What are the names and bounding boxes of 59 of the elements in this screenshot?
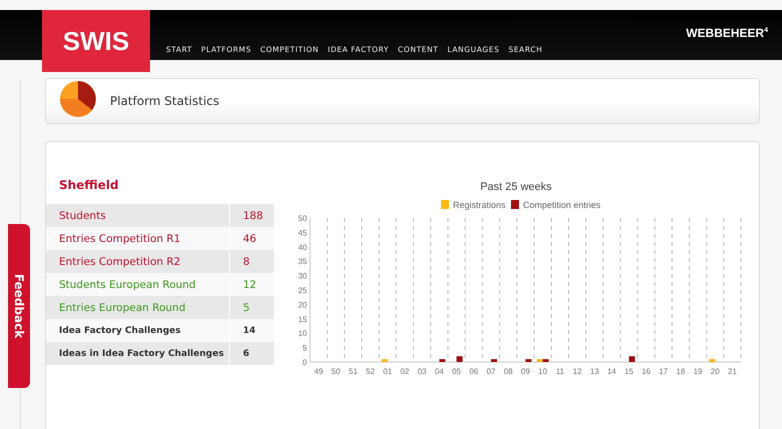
x-tick-label: 06 [469,367,478,376]
x-tick-label: 10 [538,367,548,376]
x-tick-label: 14 [607,367,616,376]
city-heading: Sheffield [59,178,120,192]
bar [491,359,498,362]
stat-label: Students [58,208,107,224]
bar [526,359,532,362]
x-tick-label: 21 [728,367,737,376]
logo[interactable]: SWIS [42,10,150,72]
page-title: Platform Statistics [110,94,220,108]
stat-label: Entries Competition R2 [58,254,182,270]
brand-label: WEBBEHEER$^{4}$ [686,26,768,40]
y-tick-label: 50 [298,214,307,223]
stat-label: Ideas in Idea Factory Challenges [58,348,225,360]
x-tick-label: 17 [658,367,668,376]
y-tick-label: 0 [302,358,307,367]
stat-label: Entries Competition R1 [58,232,182,246]
x-tick-label: 05 [452,367,461,376]
x-tick-label: 02 [400,367,410,376]
bar [456,356,463,362]
x-tick-label: 09 [521,367,530,376]
stat-value: 6 [229,342,274,365]
x-tick-label: 13 [590,367,599,376]
bar [439,359,446,362]
y-tick-label: 45 [298,228,307,238]
x-tick-label: 03 [418,367,427,376]
y-tick-label: 40 [298,242,307,252]
stat-label: Students European Round [58,278,197,292]
x-tick-label: 11 [556,367,564,376]
x-tick-label: 18 [676,367,686,376]
x-tick-label: 19 [693,367,702,376]
y-tick-label: 10 [298,329,307,338]
x-tick-label: 04 [434,367,444,376]
y-tick-label: 35 [298,257,307,266]
stat-label: Idea Factory Challenges [58,324,182,338]
x-tick-label: 07 [486,367,496,376]
x-tick-label: 52 [366,367,375,376]
y-tick-label: 20 [298,300,307,310]
bar [382,359,388,362]
bar [709,359,716,362]
y-tick-label: 15 [298,314,307,324]
legend-label: Competition entries [523,200,601,210]
x-tick-label: 08 [504,367,513,376]
chart-title: Past 25 weeks [480,181,552,193]
x-tick-label: 16 [642,367,651,376]
y-tick-label: 25 [298,286,307,295]
x-tick-label: 01 [383,367,392,376]
y-tick-label: 5 [302,344,307,353]
x-tick-label: 51 [348,367,358,376]
feedback-tab[interactable]: Feedback [8,224,30,388]
stat-label: Entries European Round [58,300,186,316]
x-tick-label: 49 [314,367,324,376]
x-tick-label: 50 [331,367,340,376]
x-tick-label: 12 [572,367,582,376]
y-tick-label: 30 [298,272,307,281]
x-tick-label: 20 [710,367,720,376]
legend-label: Registrations [453,200,506,210]
x-tick-label: 15 [624,367,634,376]
bar [628,356,635,362]
